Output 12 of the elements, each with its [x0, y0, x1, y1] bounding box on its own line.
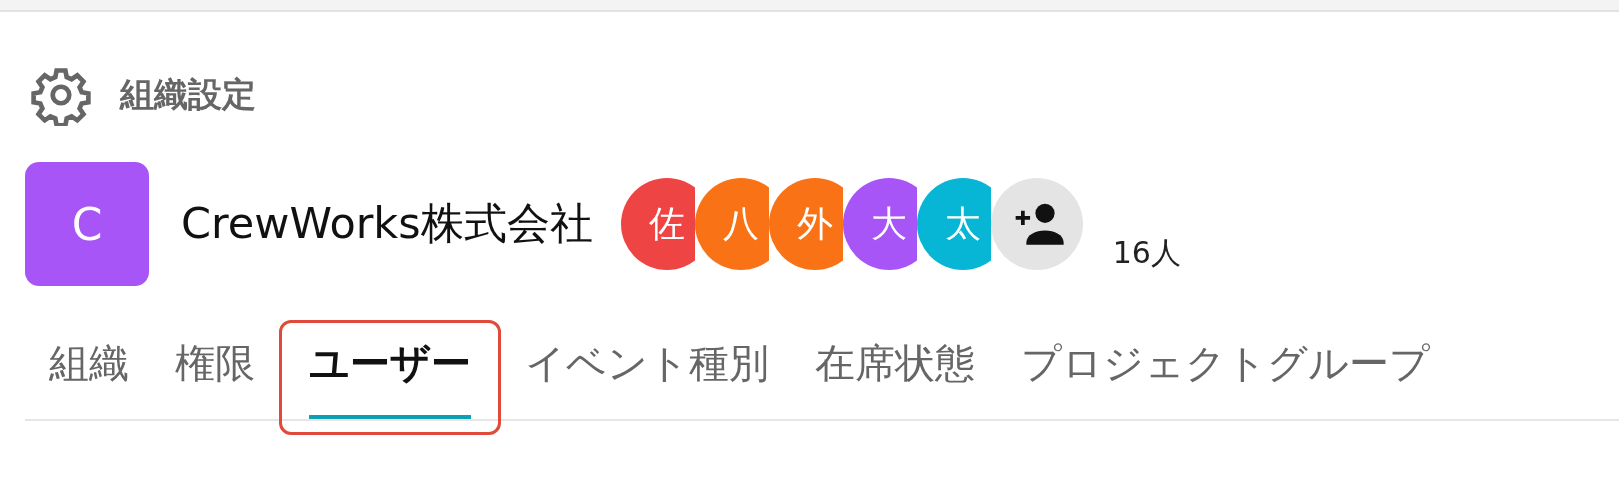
tab[interactable]: 権限: [175, 314, 255, 419]
tab[interactable]: プロジェクトグループ: [1021, 314, 1430, 419]
member-avatar[interactable]: 佐: [620, 178, 695, 270]
organization-logo: C: [25, 162, 149, 286]
member-count: 16人: [1112, 234, 1181, 272]
tab[interactable]: 組織: [49, 314, 129, 419]
tab[interactable]: イベント種別: [525, 314, 769, 419]
member-avatar[interactable]: 大: [842, 178, 917, 270]
organization-name: CrewWorks株式会社: [181, 197, 593, 250]
page-title: 組織設定: [120, 73, 256, 116]
tab[interactable]: 在席状態: [815, 314, 975, 419]
tab[interactable]: ユーザー: [309, 314, 471, 419]
